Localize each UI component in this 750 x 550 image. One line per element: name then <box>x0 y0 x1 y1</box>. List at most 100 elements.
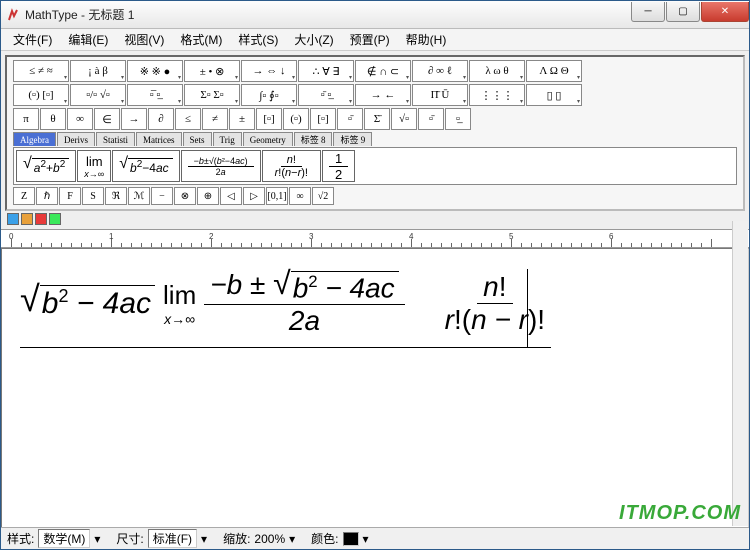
ruler-mark: 0 <box>9 232 13 241</box>
small-toolbar-button[interactable]: ℳ <box>128 187 150 205</box>
template-button[interactable]: √a2+b2 <box>16 150 76 182</box>
color-swatch[interactable] <box>21 213 33 225</box>
equation[interactable]: √b2 − 4ac lim x→∞ −b ± √b2 − 4ac 2a n! r… <box>20 269 551 348</box>
menu-preset[interactable]: 预置(P) <box>342 29 398 50</box>
toolbar-button[interactable]: → <box>121 108 147 130</box>
toolbar-button[interactable]: ▫̄ ▫̲▾ <box>298 84 354 106</box>
category-tab[interactable]: Statisti <box>96 132 135 146</box>
status-style[interactable]: 样式:数学(M)▾ <box>7 529 100 548</box>
status-zoom[interactable]: 缩放:200%▾ <box>223 530 295 547</box>
category-tab[interactable]: 标签 8 <box>294 132 333 146</box>
toolbar-button[interactable]: ∂ <box>148 108 174 130</box>
small-toolbar-button[interactable]: ⊗ <box>174 187 196 205</box>
toolbar-button[interactable]: Σ̄ <box>364 108 390 130</box>
minimize-button[interactable]: ─ <box>631 2 665 22</box>
toolbar-button[interactable]: Σ▫ Σ▫▾ <box>184 84 240 106</box>
toolbar-button[interactable]: Π̄ Ū▾ <box>412 84 468 106</box>
small-toolbar-button[interactable]: Z <box>13 187 35 205</box>
template-button[interactable]: 12 <box>322 150 355 182</box>
close-button[interactable]: ✕ <box>701 2 749 22</box>
toolbar-button[interactable]: ∞ <box>67 108 93 130</box>
toolbar-button[interactable]: ∫▫ ∮▫▾ <box>241 84 297 106</box>
toolbar-button[interactable]: √▫ <box>391 108 417 130</box>
small-toolbar-button[interactable]: F <box>59 187 81 205</box>
small-toolbar-button[interactable]: ⊕ <box>197 187 219 205</box>
toolbar-button[interactable]: λ ω θ▾ <box>469 60 525 82</box>
menu-view[interactable]: 视图(V) <box>116 29 172 50</box>
small-toolbar-button[interactable]: ∞ <box>289 187 311 205</box>
toolbar-button[interactable]: (▫) [▫]▾ <box>13 84 69 106</box>
status-color[interactable]: 颜色:▾ <box>311 530 368 547</box>
small-toolbar-button[interactable]: ◁ <box>220 187 242 205</box>
toolbar-button[interactable]: ※ ※ ●▾ <box>127 60 183 82</box>
ruler-mark: 3 <box>309 232 313 241</box>
toolbar-button[interactable]: ▫̲ <box>445 108 471 130</box>
small-toolbar-button[interactable]: [0,1] <box>266 187 288 205</box>
toolbar-button[interactable]: Λ Ω Θ▾ <box>526 60 582 82</box>
category-tab[interactable]: Sets <box>183 132 212 146</box>
fraction-1[interactable]: −b ± √b2 − 4ac 2a <box>204 269 404 337</box>
sqrt-expr-1[interactable]: √b2 − 4ac <box>20 285 155 321</box>
category-tab[interactable]: Geometry <box>243 132 293 146</box>
small-toolbar-button[interactable]: − <box>151 187 173 205</box>
category-tab[interactable]: Trig <box>213 132 242 146</box>
menu-style[interactable]: 样式(S) <box>230 29 286 50</box>
symbol-row-4: ZℏFSℜℳ−⊗⊕◁▷[0,1]∞√2 <box>13 187 737 205</box>
toolbar-button[interactable]: ▫̄ <box>418 108 444 130</box>
small-toolbar-button[interactable]: ℏ <box>36 187 58 205</box>
symbol-row-3: πθ∞∈→∂≤≠±[▫](▫)[▫]▫̄Σ̄√▫▫̄▫̲ <box>13 108 737 130</box>
template-button[interactable]: n!r!(n−r)! <box>262 150 321 182</box>
toolbar-button[interactable]: ≤ <box>175 108 201 130</box>
small-toolbar-button[interactable]: ▷ <box>243 187 265 205</box>
toolbar-button[interactable]: ¡ à β▾ <box>70 60 126 82</box>
toolbar-button[interactable]: ▫/▫ √▫▾ <box>70 84 126 106</box>
menu-size[interactable]: 大小(Z) <box>286 29 341 50</box>
template-button[interactable]: −b±√(b²−4ac)2a <box>181 150 261 182</box>
toolbar-button[interactable]: ▫̅ ▫̲▾ <box>127 84 183 106</box>
category-tab[interactable]: Matrices <box>136 132 182 146</box>
toolbar-button[interactable]: θ <box>40 108 66 130</box>
toolbar-button[interactable]: ≠ <box>202 108 228 130</box>
limit-expr[interactable]: lim x→∞ <box>163 280 196 327</box>
small-toolbar-button[interactable]: S <box>82 187 104 205</box>
category-tab[interactable]: Derivs <box>57 132 95 146</box>
category-tab[interactable]: 标签 9 <box>333 132 372 146</box>
menu-help[interactable]: 帮助(H) <box>398 29 455 50</box>
vertical-scrollbar[interactable] <box>732 221 748 526</box>
ruler[interactable]: 0123456 <box>1 230 749 248</box>
toolbar-button[interactable]: [▫] <box>310 108 336 130</box>
toolbar-button[interactable]: ± • ⊗▾ <box>184 60 240 82</box>
titlebar[interactable]: MathType - 无标题 1 ─ ▢ ✕ <box>1 1 749 29</box>
color-swatch[interactable] <box>35 213 47 225</box>
toolbar-button[interactable]: ∴ ∀ ∃▾ <box>298 60 354 82</box>
template-button[interactable]: limx→∞ <box>77 150 111 182</box>
toolbar-button[interactable]: ▯ ▯▾ <box>526 84 582 106</box>
toolbar-button[interactable]: → ←▾ <box>355 84 411 106</box>
color-swatch[interactable] <box>49 213 61 225</box>
category-tab[interactable]: Algebra <box>13 132 56 146</box>
small-toolbar-button[interactable]: √2 <box>312 187 334 205</box>
toolbar-button[interactable]: → ⇔ ↓▾ <box>241 60 297 82</box>
menu-file[interactable]: 文件(F) <box>5 29 60 50</box>
menu-format[interactable]: 格式(M) <box>172 29 230 50</box>
menubar: 文件(F) 编辑(E) 视图(V) 格式(M) 样式(S) 大小(Z) 预置(P… <box>1 29 749 51</box>
toolbar-button[interactable]: ∂ ∞ ℓ▾ <box>412 60 468 82</box>
toolbar-button[interactable]: ∉ ∩ ⊂▾ <box>355 60 411 82</box>
toolbar-button[interactable]: ∈ <box>94 108 120 130</box>
fraction-2[interactable]: n! r!(n − r)! <box>439 271 551 336</box>
color-swatch[interactable] <box>7 213 19 225</box>
toolbar-button[interactable]: ▫̄ <box>337 108 363 130</box>
toolbar-panel: ≤ ≠ ≈▾¡ à β▾※ ※ ●▾± • ⊗▾→ ⇔ ↓▾∴ ∀ ∃▾∉ ∩ … <box>5 55 745 211</box>
menu-edit[interactable]: 编辑(E) <box>60 29 116 50</box>
toolbar-button[interactable]: ± <box>229 108 255 130</box>
toolbar-button[interactable]: (▫) <box>283 108 309 130</box>
statusbar: 样式:数学(M)▾ 尺寸:标准(F)▾ 缩放:200%▾ 颜色:▾ <box>1 527 749 549</box>
template-button[interactable]: √b2−4ac <box>112 150 179 182</box>
maximize-button[interactable]: ▢ <box>666 2 700 22</box>
toolbar-button[interactable]: ≤ ≠ ≈▾ <box>13 60 69 82</box>
status-size[interactable]: 尺寸:标准(F)▾ <box>116 529 207 548</box>
toolbar-button[interactable]: ⋮⋮⋮▾ <box>469 84 525 106</box>
toolbar-button[interactable]: π <box>13 108 39 130</box>
small-toolbar-button[interactable]: ℜ <box>105 187 127 205</box>
toolbar-button[interactable]: [▫] <box>256 108 282 130</box>
